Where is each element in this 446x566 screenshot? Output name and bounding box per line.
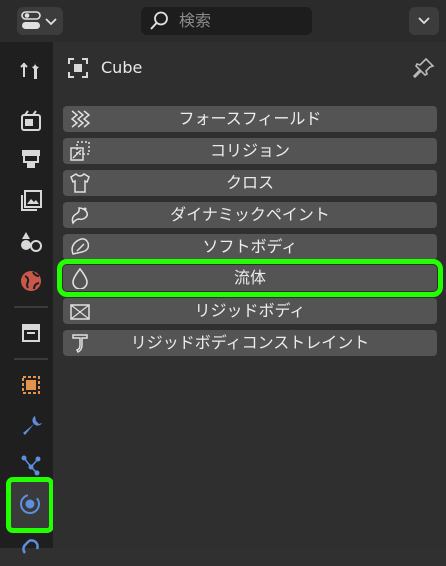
object-icon — [22, 376, 40, 394]
modifier-icon — [23, 416, 42, 435]
force-field-button[interactable]: フォースフィールド — [63, 106, 437, 132]
button-label: コリジョン — [209, 141, 290, 160]
tab-collection[interactable] — [12, 314, 50, 352]
physics-icon — [20, 494, 40, 514]
button-label: 流体 — [233, 268, 266, 287]
editor-type-button[interactable] — [17, 7, 63, 35]
tab-physics[interactable] — [6, 477, 54, 533]
object-header: Cube — [66, 56, 436, 80]
properties-header: 検索 — [0, 0, 446, 42]
search-icon — [150, 11, 168, 30]
button-label: フォースフィールド — [178, 109, 322, 128]
rigid-body-constraint-button[interactable]: リジッドボディコンストレイント — [63, 330, 437, 356]
collection-icon — [22, 324, 40, 342]
pin-icon[interactable] — [412, 56, 436, 80]
soft-body-button[interactable]: ソフトボディ — [63, 234, 437, 260]
render-icon — [21, 110, 41, 131]
tab-world[interactable] — [12, 262, 50, 300]
search-field[interactable]: 検索 — [141, 7, 312, 35]
tab-object[interactable] — [12, 366, 50, 404]
dynamic-paint-button[interactable]: ダイナミックペイント — [63, 202, 437, 228]
tab-divider — [14, 358, 48, 360]
editor-type-icon — [21, 11, 57, 29]
world-icon — [21, 271, 41, 291]
physics-panel: Cube フォースフィールド コリジョン クロス ダイナミックペイント ソフトボ… — [53, 42, 446, 548]
tab-tool[interactable] — [12, 52, 50, 90]
tool-icon — [20, 62, 39, 79]
collision-button[interactable]: コリジョン — [63, 138, 437, 164]
chevron-down-icon — [418, 17, 430, 25]
output-icon — [22, 150, 40, 168]
tab-scene[interactable] — [12, 222, 50, 260]
tab-divider — [14, 306, 48, 308]
options-dropdown-button[interactable] — [409, 7, 439, 35]
search-placeholder: 検索 — [179, 11, 212, 30]
tab-render[interactable] — [12, 102, 50, 140]
button-label: リジッドボディコンストレイント — [130, 333, 370, 352]
cloth-button[interactable]: クロス — [63, 170, 437, 196]
view-layer-icon — [21, 190, 42, 211]
fluid-button[interactable]: 流体 — [57, 259, 443, 297]
scene-icon — [21, 232, 42, 252]
properties-tab-strip — [0, 42, 54, 554]
object-icon — [68, 58, 88, 78]
rigid-body-button[interactable]: リジッドボディ — [63, 298, 437, 324]
tab-view-layer[interactable] — [12, 182, 50, 220]
button-label: ソフトボディ — [202, 237, 298, 256]
tab-constraints[interactable] — [12, 528, 50, 566]
object-name: Cube — [101, 58, 143, 77]
button-label: リジッドボディ — [194, 301, 306, 320]
constraints-icon — [22, 539, 39, 554]
tab-output[interactable] — [12, 140, 50, 178]
button-label: クロス — [225, 173, 274, 192]
tab-modifier[interactable] — [12, 406, 50, 444]
particles-icon — [21, 455, 41, 476]
button-label: ダイナミックペイント — [170, 205, 330, 224]
